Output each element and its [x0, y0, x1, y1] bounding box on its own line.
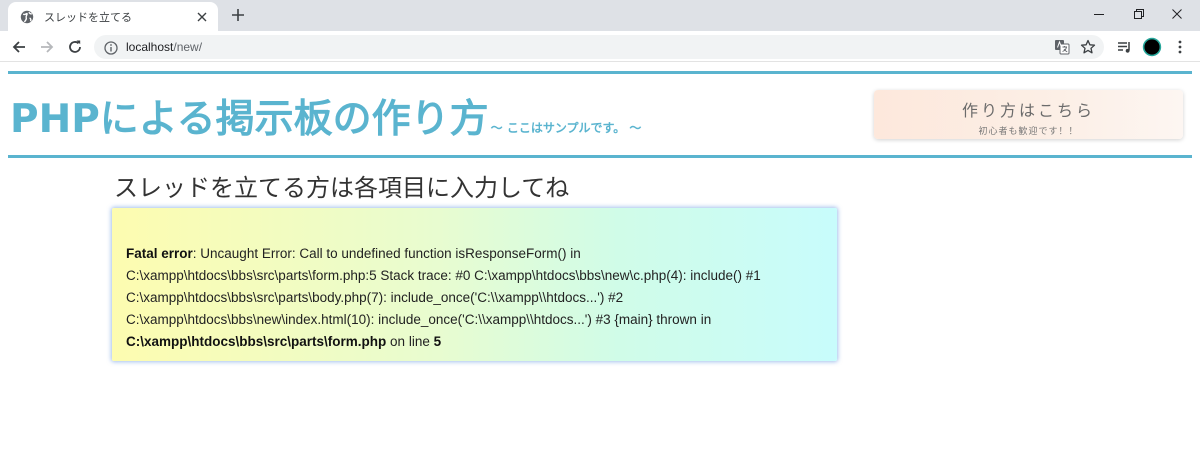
globe-icon	[19, 9, 35, 25]
bookmark-star-icon[interactable]	[1080, 39, 1096, 55]
tab-title: スレッドを立てる	[44, 10, 132, 24]
error-line-3: C:\xampp\htdocs\bbs\src\parts\body.php(7…	[126, 290, 624, 305]
error-line-1: Fatal error: Uncaught Error: Call to und…	[126, 243, 826, 265]
minimize-icon[interactable]	[1079, 0, 1119, 28]
url-path: /new/	[173, 40, 203, 54]
error-line-2: C:\xampp\htdocs\bbs\src\parts\form.php:5…	[126, 268, 761, 283]
new-tab-plus-icon[interactable]	[228, 5, 248, 25]
window-close-icon[interactable]	[1157, 0, 1197, 28]
tab-close-icon[interactable]	[194, 9, 210, 25]
back-arrow-icon[interactable]	[9, 37, 29, 57]
error-file: C:\xampp\htdocs\bbs\src\parts\form.php	[126, 334, 387, 349]
site-subtitle: ～ ここはサンプルです。 ～	[490, 121, 642, 135]
browser-toolbar: localhost/new/	[0, 31, 1200, 62]
error-line-4: C:\xampp\htdocs\bbs\new\index.html(10): …	[126, 312, 712, 327]
site-title: PHPによる掲示板の作り方	[10, 97, 489, 142]
error-label: Fatal error	[126, 246, 193, 261]
reload-icon[interactable]	[65, 37, 85, 57]
error-panel: Fatal error: Uncaught Error: Call to und…	[112, 208, 837, 361]
howto-button-label: 作り方はこちら	[961, 101, 1095, 120]
address-bar[interactable]: localhost/new/	[94, 35, 1104, 59]
howto-link-button[interactable]: 作り方はこちら 初心者も歓迎です！！	[874, 90, 1183, 139]
media-queue-icon[interactable]	[1115, 37, 1135, 57]
header-bottom-rule	[8, 155, 1192, 158]
error-line-5: C:\xampp\htdocs\bbs\src\parts\form.php o…	[126, 331, 826, 353]
url-text: localhost/new/	[126, 40, 202, 54]
header-top-rule	[8, 71, 1192, 74]
howto-button-sublabel: 初心者も歓迎です！！	[978, 127, 1079, 137]
form-heading: スレッドを立てる方は各項目に入力してね	[114, 174, 570, 202]
error-message: Fatal error: Uncaught Error: Call to und…	[126, 243, 826, 353]
browser-tab[interactable]: スレッドを立てる	[8, 2, 218, 31]
error-line-1-text: : Uncaught Error: Call to undefined func…	[192, 246, 581, 261]
url-host: localhost	[126, 40, 174, 54]
translate-icon[interactable]	[1054, 39, 1070, 55]
profile-avatar-icon[interactable]	[1142, 37, 1162, 57]
tab-strip: スレッドを立てる	[0, 0, 1200, 31]
restore-icon[interactable]	[1119, 0, 1159, 28]
error-on-line-text: on line	[386, 334, 434, 349]
forward-arrow-icon[interactable]	[37, 37, 57, 57]
info-icon[interactable]	[104, 40, 118, 55]
site-header: PHPによる掲示板の作り方～ ここはサンプルです。 ～	[10, 88, 641, 144]
error-line-number: 5	[433, 334, 442, 349]
menu-kebab-icon[interactable]	[1170, 37, 1190, 57]
